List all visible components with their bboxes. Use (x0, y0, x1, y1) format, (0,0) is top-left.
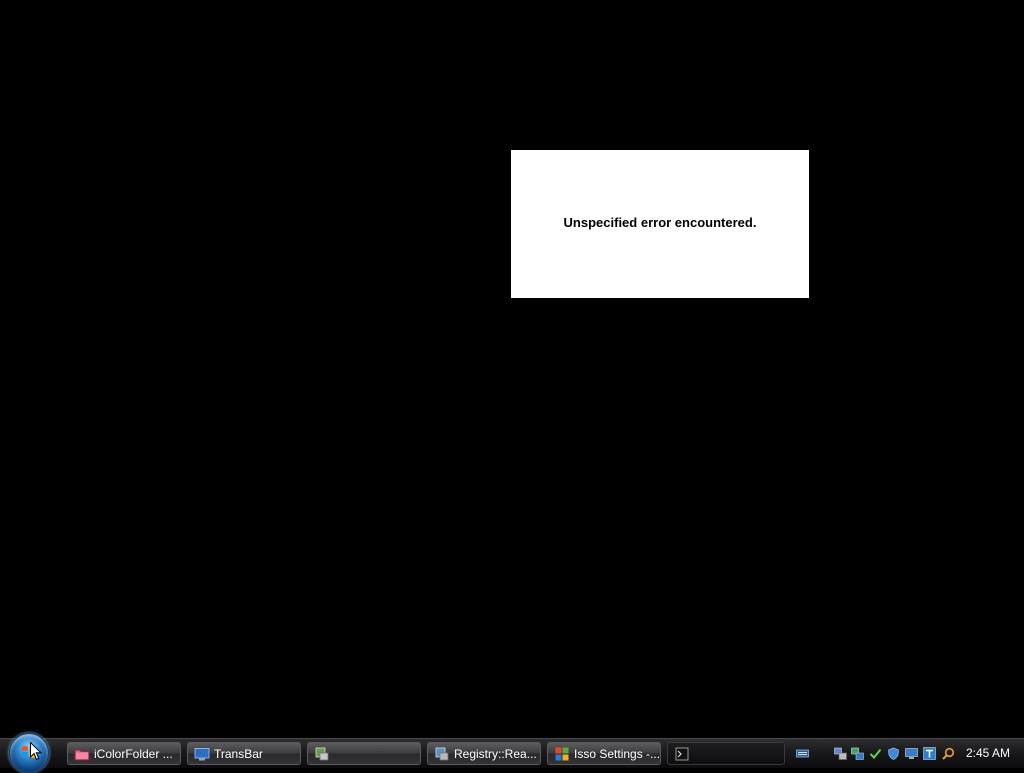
error-dialog: Unspecified error encountered. (511, 150, 809, 298)
network-icon-2[interactable] (851, 747, 864, 760)
taskbar-button-label: TransBar (214, 746, 263, 761)
taskbar-button-isso-settings[interactable]: Isso Settings -... (547, 742, 661, 765)
error-message: Unspecified error encountered. (563, 214, 757, 230)
mouse-cursor-icon (30, 742, 42, 761)
start-button[interactable] (9, 733, 49, 773)
text-icon[interactable] (923, 747, 936, 760)
console-icon (675, 747, 689, 760)
shield-icon[interactable] (887, 747, 900, 760)
taskbar-button-app[interactable] (307, 742, 421, 765)
clock[interactable]: 2:45 AM (966, 746, 1010, 760)
desktop: Unspecified error encountered. (0, 0, 1024, 738)
folder-icon (74, 749, 90, 760)
monitor-icon (194, 747, 210, 760)
taskbar-button-transbar[interactable]: TransBar (187, 742, 301, 765)
app-icon (315, 747, 329, 760)
checkmark-icon[interactable] (869, 747, 882, 760)
taskbar-button-label: Registry::Rea... (454, 746, 537, 761)
network-icon[interactable] (834, 747, 847, 760)
registry-icon (435, 747, 449, 760)
settings-icon (555, 747, 569, 760)
taskbar: iColorFolder ... TransBar Registry::Rea.… (0, 733, 1024, 773)
taskbar-button-label: iColorFolder ... (94, 746, 173, 761)
taskbar-button-registry[interactable]: Registry::Rea... (427, 742, 541, 765)
display-icon[interactable] (905, 747, 918, 760)
taskbar-button-console[interactable] (667, 742, 785, 765)
search-icon[interactable] (942, 747, 955, 760)
taskbar-button-label: Isso Settings -... (574, 746, 661, 761)
taskbar-button-icolorfolder[interactable]: iColorFolder ... (67, 742, 181, 765)
keyboard-icon[interactable] (796, 747, 809, 760)
